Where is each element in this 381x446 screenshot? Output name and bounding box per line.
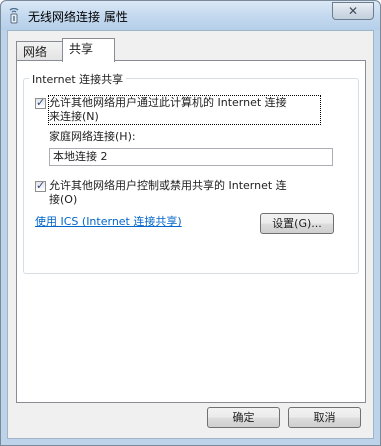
- tab-sharing[interactable]: 共享: [62, 38, 115, 62]
- cancel-button[interactable]: 取消: [288, 407, 361, 428]
- dialog-body: 网络 共享 Internet 连接共享 ✓ 允许其他网络用户通过此计算机的 In…: [7, 30, 374, 439]
- allow-control-checkbox[interactable]: ✓: [35, 179, 46, 192]
- group-title: Internet 连接共享: [29, 71, 127, 87]
- allow-share-label-line1[interactable]: 允许其他网络用户通过此计算机的 Internet 连接: [49, 96, 287, 109]
- settings-button[interactable]: 设置(G)...: [260, 213, 334, 234]
- checkmark-icon: ✓: [36, 96, 46, 109]
- checkmark-icon: ✓: [36, 179, 46, 192]
- allow-share-checkbox[interactable]: ✓: [35, 96, 46, 109]
- home-connection-label: 家庭网络连接(H):: [49, 130, 136, 143]
- ics-help-link[interactable]: 使用 ICS (Internet 连接共享): [35, 213, 182, 229]
- home-connection-field[interactable]: 本地连接 2: [49, 148, 333, 166]
- allow-control-label-line2[interactable]: 接(O): [49, 193, 77, 206]
- tab-network[interactable]: 网络: [16, 41, 63, 61]
- window-title: 无线网络连接 属性: [28, 10, 128, 24]
- sharing-tab-panel: Internet 连接共享 ✓ 允许其他网络用户通过此计算机的 Internet…: [16, 60, 366, 403]
- close-icon: ✕: [347, 4, 359, 18]
- close-button[interactable]: ✕: [332, 2, 374, 20]
- network-adapter-icon: [7, 7, 21, 24]
- allow-share-label-line2[interactable]: 来连接(N): [49, 110, 99, 123]
- ok-button[interactable]: 确定: [207, 407, 280, 428]
- title-bar[interactable]: 无线网络连接 属性 ✕: [1, 1, 380, 30]
- properties-dialog: 无线网络连接 属性 ✕ 网络 共享 Internet 连接共享 ✓ 允许其他网络…: [0, 0, 381, 446]
- allow-control-label-line1[interactable]: 允许其他网络用户控制或禁用共享的 Internet 连: [49, 179, 287, 192]
